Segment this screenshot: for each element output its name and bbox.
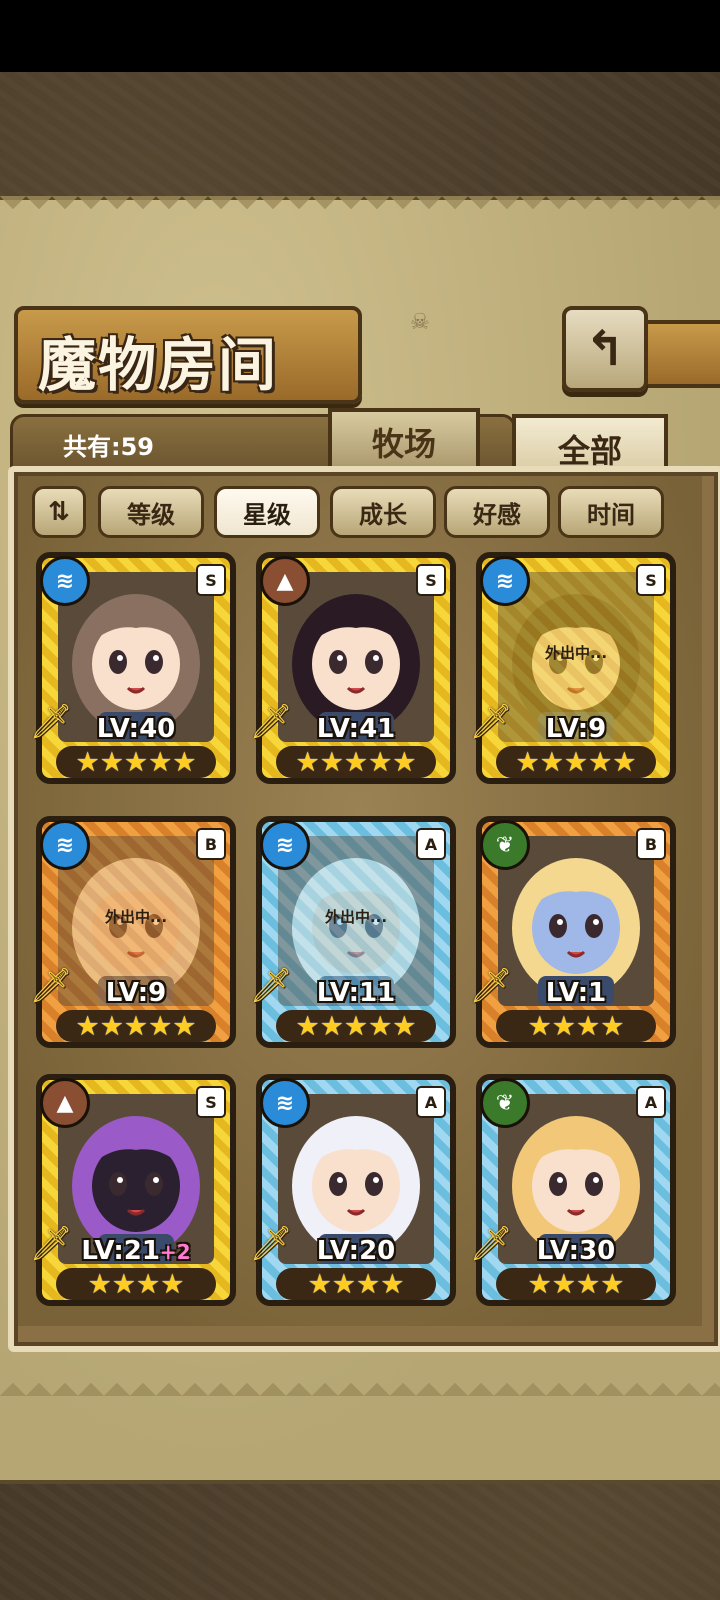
filter-affection[interactable]: 好感	[444, 486, 550, 538]
water-element-icon: ≋	[40, 820, 90, 870]
rank-badge: S	[196, 564, 226, 596]
level-text: LV:30	[536, 1236, 616, 1266]
rank-badge: S	[196, 1086, 226, 1118]
monster-card[interactable]: ❦ B 🗡 LV:1 ★★★★	[469, 816, 676, 1048]
back-arrow-icon: ↰	[584, 321, 626, 377]
filter-growth[interactable]: 成长	[330, 486, 436, 538]
level-text: LV:20	[316, 1236, 396, 1266]
monster-card[interactable]: ≋ A 🗡 外出中... LV:11 ★★★★★	[249, 816, 456, 1048]
status-bar	[0, 0, 720, 72]
monster-card[interactable]: ≋ B 🗡 外出中... LV:9 ★★★★★	[29, 816, 236, 1048]
map-skull-icon: ☠	[410, 310, 430, 335]
back-button[interactable]: ↰	[562, 306, 648, 392]
filter-level[interactable]: 等级	[98, 486, 204, 538]
level-label: LV:41	[256, 714, 456, 744]
star-rating: ★★★★★	[276, 1010, 436, 1042]
earth-element-icon: ▲	[260, 556, 310, 606]
star-rating: ★★★★★	[56, 1010, 216, 1042]
level-text: LV:9	[545, 714, 607, 744]
star-rating: ★★★★	[496, 1268, 656, 1300]
level-text: LV:41	[316, 714, 396, 744]
tab-ranch[interactable]: 牧场	[328, 408, 480, 472]
water-element-icon: ≋	[40, 556, 90, 606]
filter-row: ⇅ 等级 星级 成长 好感 时间	[32, 486, 692, 538]
star-text: ★★★★	[307, 1268, 405, 1300]
filter-star[interactable]: 星级	[214, 486, 320, 538]
star-rating: ★★★★★	[56, 746, 216, 778]
star-text: ★★★★★	[75, 1010, 197, 1042]
away-status: 外出中...	[544, 644, 608, 662]
title-plaque: 魔物房间	[14, 306, 362, 404]
star-rating: ★★★★	[56, 1268, 216, 1300]
level-label: LV:9	[476, 714, 676, 744]
star-text: ★★★★	[527, 1268, 625, 1300]
level-text: LV:21	[81, 1236, 160, 1266]
star-rating: ★★★★★	[276, 746, 436, 778]
monster-card[interactable]: ❦ A 🗡 LV:30 ★★★★	[469, 1074, 676, 1306]
level-label: LV:21+2	[36, 1236, 236, 1266]
star-text: ★★★★★	[75, 746, 197, 778]
star-text: ★★★★	[527, 1010, 625, 1042]
monster-card[interactable]: ▲ S 🗡 LV:21+2 ★★★★	[29, 1074, 236, 1306]
monster-card[interactable]: ≋ S 🗡 外出中... LV:9 ★★★★★	[469, 552, 676, 784]
zigzag-bottom-border	[0, 1370, 720, 1396]
star-text: ★★★★★	[295, 746, 417, 778]
zigzag-top-border	[0, 196, 720, 222]
filter-time[interactable]: 时间	[558, 486, 664, 538]
level-text: LV:11	[316, 978, 396, 1008]
rank-badge: A	[636, 1086, 666, 1118]
star-rating: ★★★★	[496, 1010, 656, 1042]
star-text: ★★★★★	[515, 746, 637, 778]
sort-order-icon: ⇅	[48, 497, 70, 527]
star-rating: ★★★★	[276, 1268, 436, 1300]
page-title: 魔物房间	[38, 331, 279, 399]
star-rating: ★★★★★	[496, 746, 656, 778]
level-label: LV:40	[36, 714, 236, 744]
away-status: 外出中...	[324, 908, 388, 926]
sort-order-toggle[interactable]: ⇅	[32, 486, 86, 538]
monster-card[interactable]: ≋ S 🗡 LV:40 ★★★★★	[29, 552, 236, 784]
level-label: LV:9	[36, 978, 236, 1008]
rank-badge: A	[416, 1086, 446, 1118]
monster-card[interactable]: ▲ S 🗡 LV:41 ★★★★★	[249, 552, 456, 784]
water-element-icon: ≋	[260, 1078, 310, 1128]
level-label: LV:11	[256, 978, 456, 1008]
level-label: LV:1	[476, 978, 676, 1008]
star-text: ★★★★★	[295, 1010, 417, 1042]
earth-element-icon: ▲	[40, 1078, 90, 1128]
water-element-icon: ≋	[260, 820, 310, 870]
away-status: 外出中...	[104, 908, 168, 926]
rank-badge: S	[416, 564, 446, 596]
star-text: ★★★★	[87, 1268, 185, 1300]
monster-count: 共有:59	[63, 433, 154, 461]
rank-badge: B	[636, 828, 666, 860]
rank-badge: S	[636, 564, 666, 596]
level-text: LV:40	[96, 714, 176, 744]
rank-badge: B	[196, 828, 226, 860]
rank-badge: A	[416, 828, 446, 860]
leaf-element-icon: ❦	[480, 820, 530, 870]
level-text: LV:9	[105, 978, 167, 1008]
monster-card[interactable]: ≋ A 🗡 LV:20 ★★★★	[249, 1074, 456, 1306]
level-text: LV:1	[545, 978, 607, 1008]
water-element-icon: ≋	[480, 556, 530, 606]
level-bonus: +2	[159, 1240, 191, 1264]
level-label: LV:20	[256, 1236, 456, 1266]
leaf-element-icon: ❦	[480, 1078, 530, 1128]
level-label: LV:30	[476, 1236, 676, 1266]
